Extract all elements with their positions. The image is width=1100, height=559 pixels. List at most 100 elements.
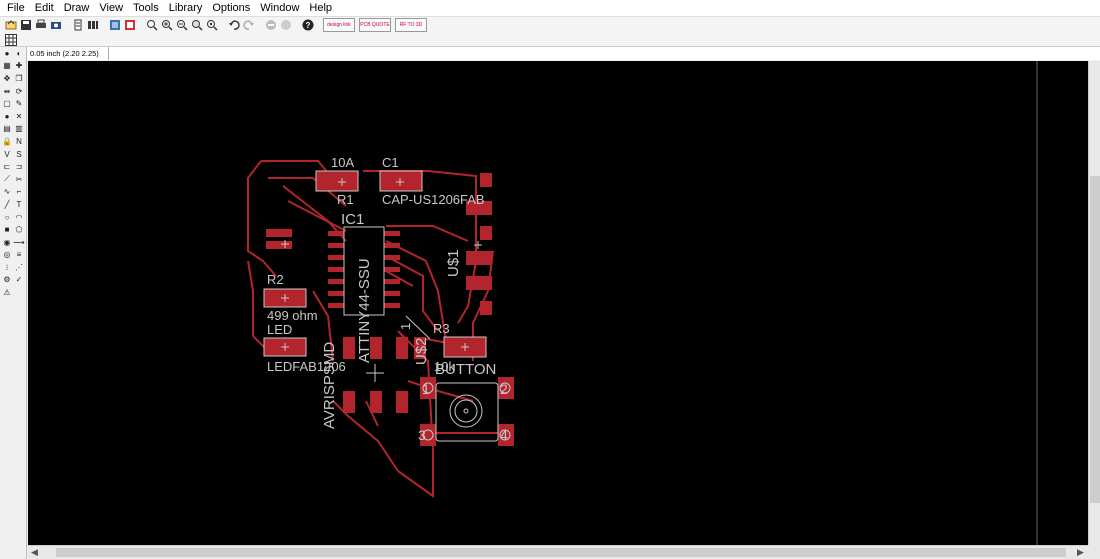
miter-icon[interactable]: ⌐ <box>14 186 25 197</box>
command-input[interactable] <box>109 46 1100 60</box>
signal-icon[interactable]: ⟿ <box>13 237 24 248</box>
line-icon[interactable]: ╱ <box>2 199 13 210</box>
arc-icon[interactable]: ◠ <box>14 212 25 223</box>
vertical-scrollbar[interactable] <box>1088 61 1100 545</box>
pad-ic1 <box>384 267 400 272</box>
change-icon[interactable]: ✎ <box>14 98 25 109</box>
wire-icon[interactable]: ∿ <box>2 186 13 197</box>
add-icon[interactable]: ▤ <box>2 123 13 134</box>
rect-icon[interactable]: ■ <box>2 224 13 235</box>
board-canvas[interactable]: 10A R1 C1 CAP-US1206FAB IC1 ATTINY44-SSU… <box>28 61 1088 545</box>
rotate-icon[interactable]: ⟳ <box>14 86 25 97</box>
ratsnest-icon[interactable]: ⋰ <box>14 262 25 273</box>
hole-icon[interactable]: ◎ <box>2 249 13 260</box>
horizontal-scroll-thumb[interactable] <box>56 548 1066 557</box>
button-pin3-label: 3 <box>418 427 426 443</box>
zoom-in-icon[interactable] <box>160 18 174 32</box>
paste-icon[interactable]: ● <box>2 111 13 122</box>
menu-draw[interactable]: Draw <box>59 0 95 17</box>
zoom-out-icon[interactable] <box>175 18 189 32</box>
mirror-icon[interactable]: ⇹ <box>2 86 13 97</box>
run-icon[interactable] <box>86 18 100 32</box>
go-icon[interactable] <box>279 18 293 32</box>
auto-icon[interactable]: ⚙ <box>2 274 13 285</box>
zoom-fit-icon[interactable] <box>145 18 159 32</box>
replace-icon[interactable]: ▥ <box>14 123 25 134</box>
delete-icon[interactable]: ✕ <box>14 111 25 122</box>
scroll-right-icon[interactable]: ▶ <box>1077 547 1084 558</box>
smash-icon[interactable]: S <box>14 149 25 160</box>
command-bar: 0.05 inch (2.20 2.25) <box>27 46 1100 60</box>
zoom-select-icon[interactable] <box>190 18 204 32</box>
move-icon[interactable]: ✥ <box>2 73 13 84</box>
c1-value-label: CAP-US1206FAB <box>382 192 485 207</box>
pad-ic1 <box>328 279 344 284</box>
schematic-icon[interactable] <box>108 18 122 32</box>
script-icon[interactable] <box>71 18 85 32</box>
menu-options[interactable]: Options <box>207 0 255 17</box>
cam-icon[interactable] <box>49 18 63 32</box>
mark-icon[interactable]: ✚ <box>14 60 25 71</box>
drc-icon[interactable]: ⚠ <box>2 287 13 298</box>
dimension-icon[interactable]: ⁝ <box>2 262 13 273</box>
split-icon[interactable]: ⊏ <box>2 161 13 172</box>
pad-ic1 <box>328 267 344 272</box>
board-drawing: 10A R1 C1 CAP-US1206FAB IC1 ATTINY44-SSU… <box>247 61 1038 545</box>
pad-ic1 <box>384 303 400 308</box>
pad-usb <box>466 276 492 290</box>
pad-usb <box>480 173 492 187</box>
info-icon[interactable]: ● <box>2 48 13 59</box>
save-icon[interactable] <box>19 18 33 32</box>
menu-help[interactable]: Help <box>304 0 337 17</box>
redraw-icon[interactable] <box>205 18 219 32</box>
vertical-scroll-thumb[interactable] <box>1090 176 1100 503</box>
menu-file[interactable]: File <box>2 0 30 17</box>
c1-name-label: C1 <box>382 155 399 170</box>
via-icon[interactable]: ◉ <box>2 237 13 248</box>
r3-name-label: R3 <box>433 321 450 336</box>
polygon-icon[interactable]: ⬠ <box>14 224 25 235</box>
button-pin1-label: 1 <box>422 381 430 397</box>
pad-avrisp <box>396 391 408 413</box>
menu-tools[interactable]: Tools <box>128 0 164 17</box>
board-icon[interactable] <box>123 18 137 32</box>
attribute-icon[interactable]: ≡ <box>14 249 25 260</box>
menu-window[interactable]: Window <box>255 0 304 17</box>
pad-avrisp <box>343 337 355 359</box>
circle-icon[interactable]: ○ <box>2 212 13 223</box>
rf-to-3d-button[interactable]: RF TO 3D <box>395 18 427 32</box>
scroll-corner <box>1088 545 1100 559</box>
print-icon[interactable] <box>34 18 48 32</box>
menu-edit[interactable]: Edit <box>30 0 59 17</box>
name-icon[interactable]: N <box>14 136 25 147</box>
pad-ic1 <box>384 279 400 284</box>
optimize-icon[interactable]: ⊐ <box>14 161 25 172</box>
svg-text:?: ? <box>306 21 311 30</box>
stop-icon[interactable] <box>264 18 278 32</box>
open-icon[interactable] <box>4 18 18 32</box>
pad-usb <box>466 251 492 265</box>
display-icon[interactable]: ▦ <box>2 60 13 71</box>
ripup-icon[interactable]: ✂ <box>14 174 25 185</box>
copy-icon[interactable]: ❐ <box>14 73 25 84</box>
help-icon[interactable]: ? <box>301 18 315 32</box>
grid-icon[interactable] <box>5 34 17 46</box>
menu-view[interactable]: View <box>94 0 128 17</box>
design-link-button[interactable]: design link <box>323 18 355 32</box>
r1-value-label: 10A <box>331 155 354 170</box>
menu-library[interactable]: Library <box>164 0 208 17</box>
pin1-label: 1 <box>398 323 413 330</box>
lock-icon[interactable]: 🔒 <box>2 136 13 147</box>
erc-icon[interactable]: ✓ <box>14 274 25 285</box>
redo-icon[interactable] <box>242 18 256 32</box>
horizontal-scrollbar[interactable]: ◀ ▶ <box>28 545 1088 559</box>
undo-icon[interactable] <box>227 18 241 32</box>
pcb-quote-button[interactable]: PCB QUOTE <box>359 18 391 32</box>
group-icon[interactable]: ▢ <box>2 98 13 109</box>
text-icon[interactable]: T <box>14 199 25 210</box>
scroll-left-icon[interactable]: ◀ <box>31 547 38 558</box>
route-icon[interactable]: ⟋ <box>2 174 13 185</box>
errors-icon[interactable] <box>14 287 25 298</box>
value-icon[interactable]: V <box>2 149 13 160</box>
show-icon[interactable]: ◐ <box>14 48 25 59</box>
